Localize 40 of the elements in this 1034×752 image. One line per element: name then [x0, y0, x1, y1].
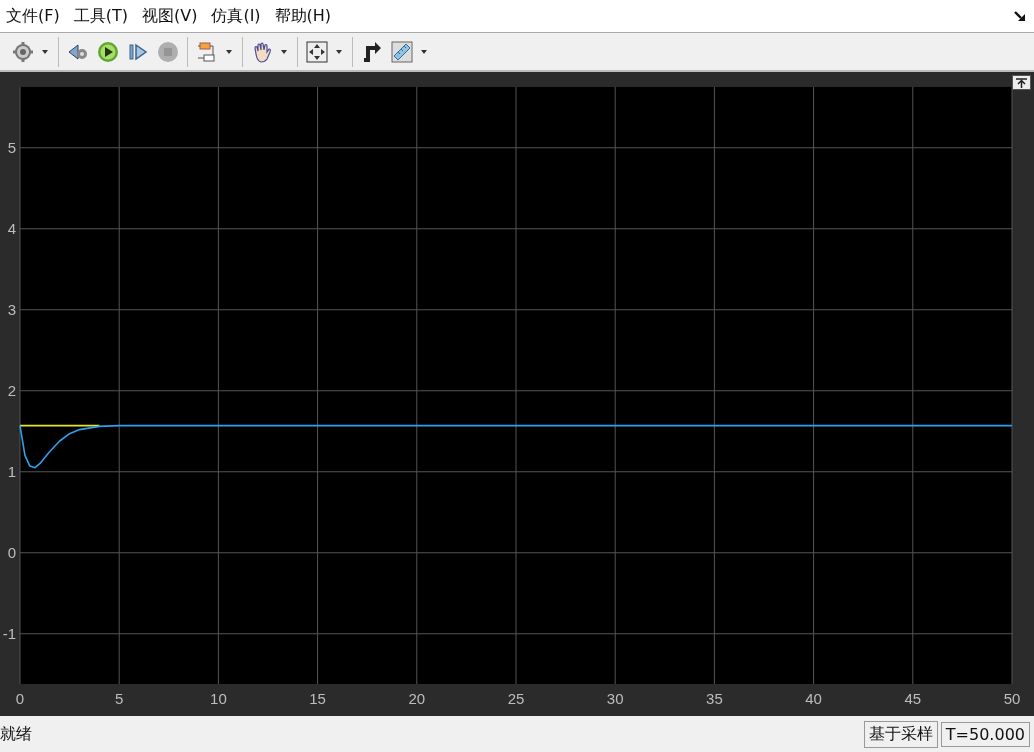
step-arrow-icon[interactable] [361, 40, 383, 63]
x-tick-label: 25 [507, 690, 525, 707]
x-tick-label: 45 [904, 690, 922, 707]
x-tick-label: 30 [606, 690, 624, 707]
x-tick-label: 40 [805, 690, 822, 707]
restore-icon[interactable] [1012, 75, 1031, 90]
menu-item[interactable]: 视图(V) [141, 5, 198, 27]
y-tick-label: 0 [7, 543, 16, 561]
ruler-icon[interactable] [391, 40, 413, 63]
caret-icon[interactable] [226, 49, 232, 54]
menu-item[interactable]: 工具(T) [73, 5, 128, 27]
x-tick-label: 15 [309, 690, 326, 707]
hand-icon[interactable] [251, 40, 273, 63]
y-tick-label: -1 [2, 624, 16, 642]
menu-item[interactable]: 帮助(H) [274, 5, 332, 27]
x-tick-label: 10 [210, 690, 227, 707]
caret-icon[interactable] [42, 49, 48, 54]
gear-icon[interactable] [12, 40, 34, 63]
status-text: 就绪 [0, 723, 32, 745]
x-tick-label: 0 [15, 690, 25, 707]
block-diagram-icon[interactable] [196, 40, 218, 63]
time-field: T=50.000 [940, 721, 1030, 747]
y-tick-label: 4 [7, 219, 16, 237]
play-icon[interactable] [97, 40, 119, 63]
undock-icon[interactable] [1014, 10, 1026, 22]
y-tick-label: 2 [7, 381, 16, 399]
y-tick-label: 5 [7, 138, 16, 156]
x-tick-label: 50 [1003, 690, 1021, 707]
x-tick-label: 20 [408, 690, 426, 707]
y-tick-label: 1 [7, 462, 16, 480]
menu-item[interactable]: 文件(F) [6, 5, 60, 27]
x-tick-label: 5 [115, 690, 124, 707]
x-tick-label: 35 [706, 690, 723, 707]
fit-to-view-icon[interactable] [306, 40, 328, 63]
caret-icon[interactable] [281, 49, 287, 54]
caret-icon[interactable] [336, 49, 342, 54]
menu-item[interactable]: 仿真(I) [211, 5, 261, 27]
caret-icon[interactable] [421, 49, 427, 54]
sample-mode-field: 基于采样 [863, 720, 938, 748]
y-tick-label: 3 [7, 300, 16, 318]
